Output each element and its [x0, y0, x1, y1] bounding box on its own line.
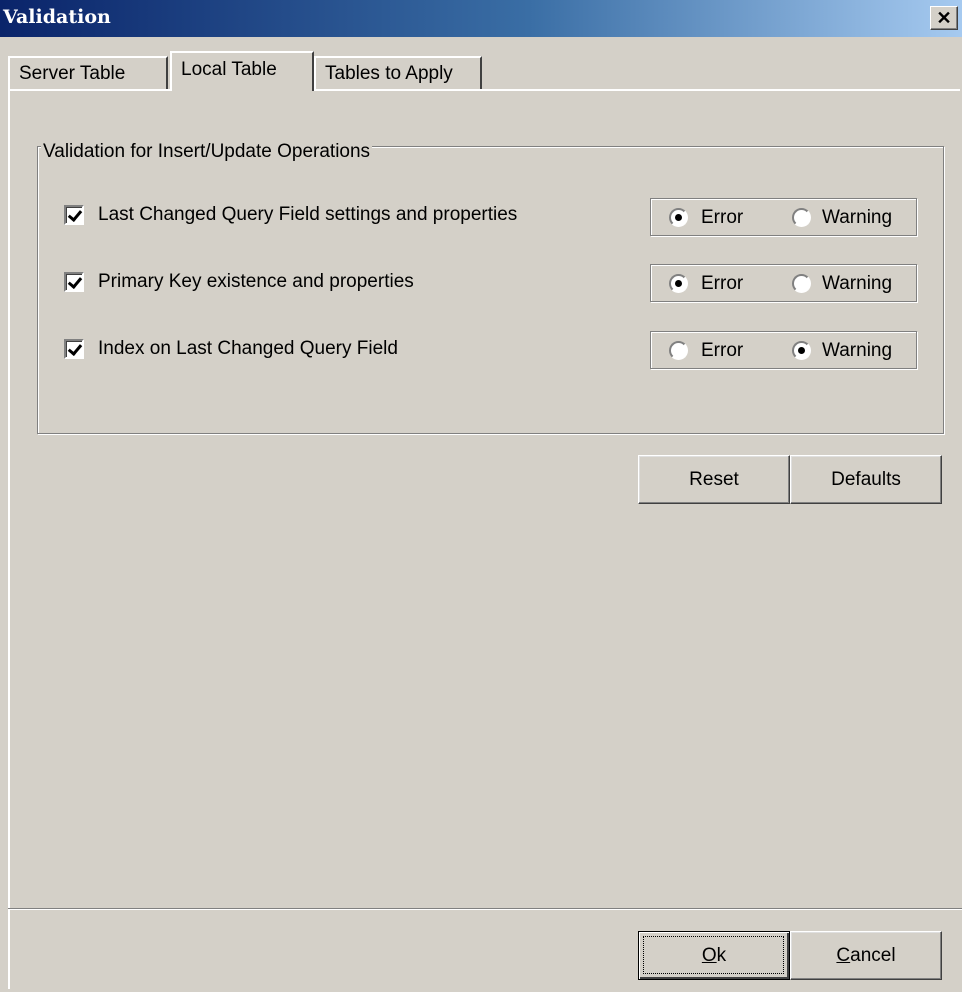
reset-button-label: Reset [689, 469, 739, 490]
error-radio[interactable] [669, 208, 688, 227]
close-icon: ✕ [936, 8, 952, 28]
warning-radio-label[interactable]: Warning [822, 207, 892, 229]
reset-button[interactable]: Reset [638, 455, 790, 504]
window-title: Validation [3, 6, 111, 28]
checkbox-label: Last Changed Query Field settings and pr… [98, 204, 518, 225]
warning-radio-label[interactable]: Warning [822, 340, 892, 362]
severity-radio-group: Error Warning [650, 264, 917, 302]
checkbox-checked-icon[interactable] [64, 339, 84, 359]
ok-button[interactable]: Ok [638, 931, 790, 980]
warning-radio-label[interactable]: Warning [822, 273, 892, 295]
error-radio-label[interactable]: Error [701, 340, 743, 362]
tab-local-table[interactable]: Local Table [170, 51, 314, 91]
group-legend: Validation for Insert/Update Operations [41, 140, 373, 164]
cancel-button-label: Cancel [836, 945, 896, 966]
warning-radio[interactable] [792, 208, 811, 227]
error-radio-label[interactable]: Error [701, 207, 743, 229]
footer-separator-highlight [8, 909, 962, 910]
error-radio-label[interactable]: Error [701, 273, 743, 295]
tab-label: Local Table [181, 59, 277, 80]
tab-tables-to-apply[interactable]: Tables to Apply [314, 56, 482, 90]
close-button[interactable]: ✕ [930, 6, 958, 30]
error-radio[interactable] [669, 341, 688, 360]
severity-radio-group: Error Warning [650, 331, 917, 369]
severity-radio-group: Error Warning [650, 198, 917, 236]
defaults-button[interactable]: Defaults [790, 455, 942, 504]
tab-label: Server Table [19, 63, 126, 84]
checkbox-checked-icon[interactable] [64, 272, 84, 292]
warning-radio[interactable] [792, 341, 811, 360]
defaults-button-label: Defaults [831, 469, 901, 490]
title-bar: Validation ✕ [0, 0, 962, 37]
checkbox-label: Primary Key existence and properties [98, 271, 414, 292]
cancel-button[interactable]: Cancel [790, 931, 942, 980]
checkbox-label: Index on Last Changed Query Field [98, 338, 398, 359]
focus-rect [643, 936, 784, 974]
checkbox-checked-icon[interactable] [64, 205, 84, 225]
warning-radio[interactable] [792, 274, 811, 293]
tab-server-table[interactable]: Server Table [8, 56, 168, 90]
error-radio[interactable] [669, 274, 688, 293]
tab-label: Tables to Apply [325, 63, 453, 84]
